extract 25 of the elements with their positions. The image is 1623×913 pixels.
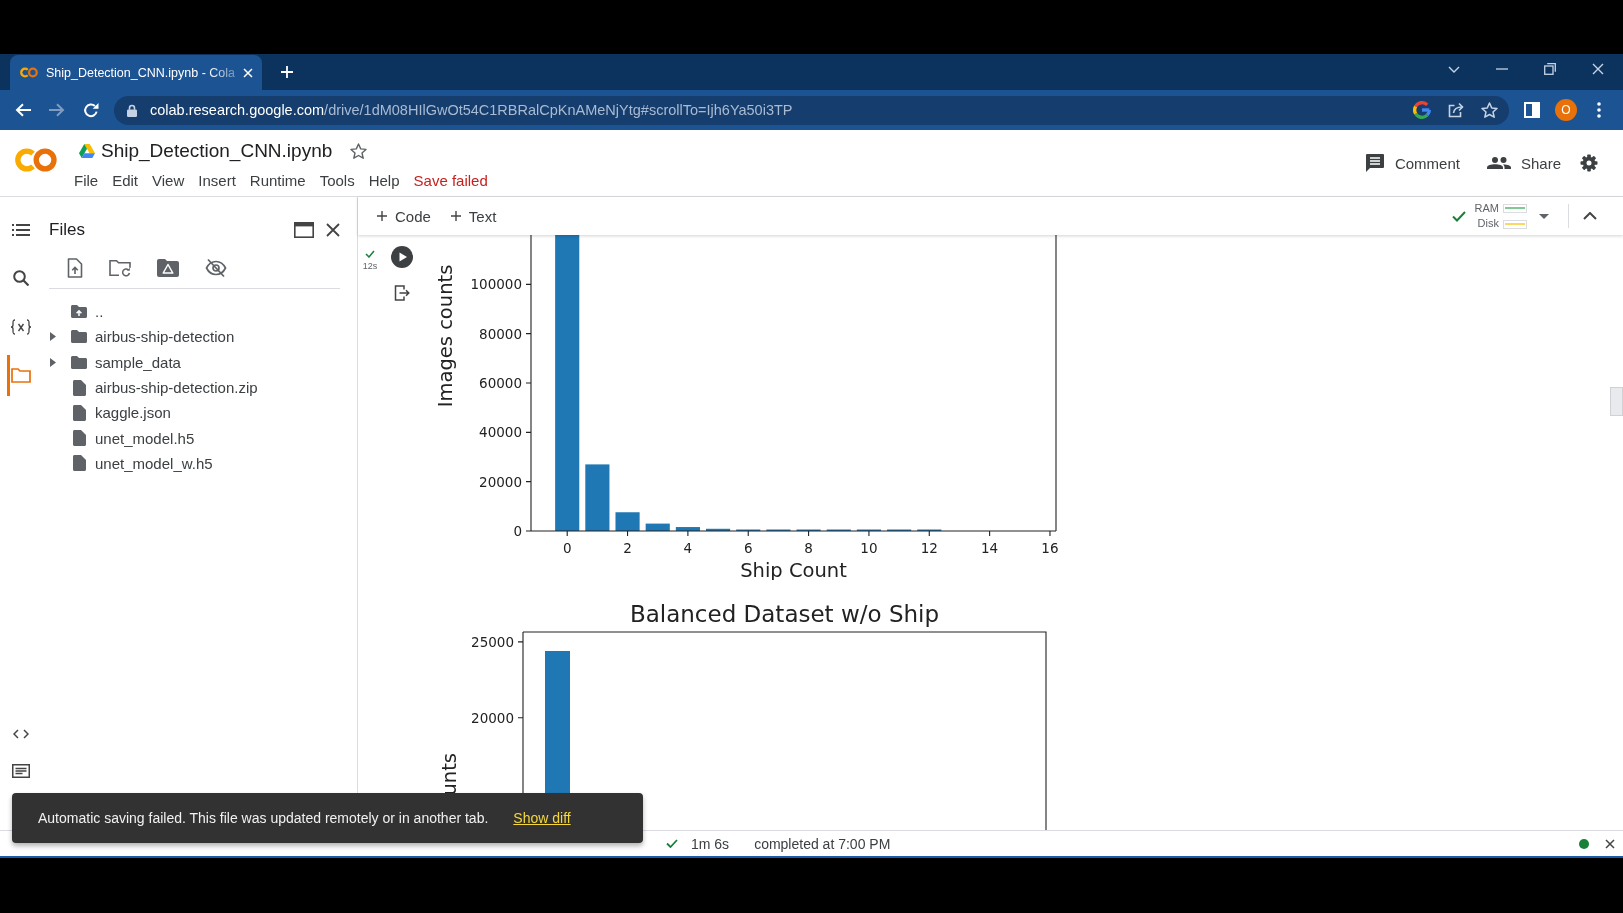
y-tick-label: 0 bbox=[513, 523, 522, 539]
x-tick-label: 14 bbox=[981, 540, 999, 556]
x-tick-label: 0 bbox=[562, 540, 572, 556]
y-tick-label: 40000 bbox=[479, 424, 522, 441]
x-tick-label: 8 bbox=[804, 540, 813, 556]
x-tick-label: 4 bbox=[683, 540, 693, 556]
run-time: 1m 6s bbox=[691, 835, 730, 852]
save-status: Save failed bbox=[412, 170, 489, 190]
notification-message: Automatic saving failed. This file was updated remotely or in another tab. bbox=[38, 810, 489, 826]
status-message: completed at 7:00 PM bbox=[754, 835, 891, 852]
x-tick-label: 16 bbox=[1041, 540, 1059, 556]
x-tick-label: 10 bbox=[860, 540, 878, 556]
y-tick-label: 25000 bbox=[471, 633, 514, 650]
chart-title: Balanced Dataset w/o Ship bbox=[629, 601, 940, 627]
y-tick-label: 100000 bbox=[470, 276, 522, 293]
panel-title: Files bbox=[49, 220, 85, 240]
y-tick-label: 20000 bbox=[479, 473, 522, 490]
y-axis-label: Images counts bbox=[434, 264, 457, 408]
y-tick-label: 60000 bbox=[479, 375, 522, 391]
x-tick-label: 12 bbox=[920, 540, 938, 556]
x-tick-label: 6 bbox=[743, 540, 753, 556]
x-tick-label: 2 bbox=[623, 540, 632, 556]
y-tick-label: 20000 bbox=[471, 709, 514, 726]
y-tick-label: 80000 bbox=[479, 325, 522, 342]
run-duration: 12s bbox=[362, 261, 378, 271]
